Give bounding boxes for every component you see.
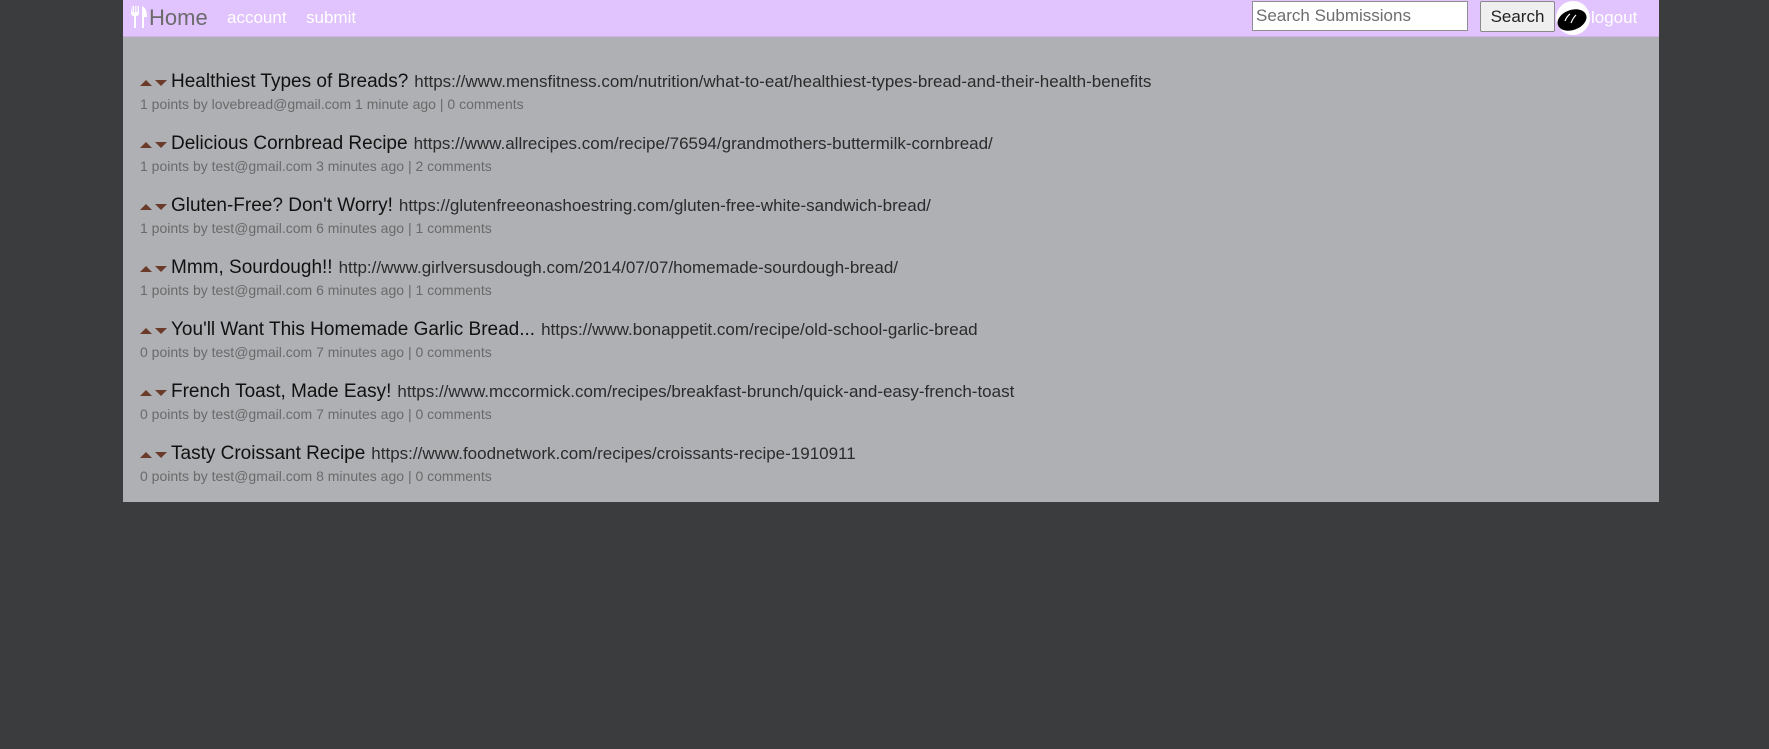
comments-link[interactable]: 1 comments [415, 282, 491, 298]
comments-link[interactable]: 0 comments [447, 96, 523, 112]
points-count: 1 points [140, 282, 190, 298]
upvote-arrow-icon[interactable] [140, 204, 152, 210]
downvote-arrow-icon[interactable] [155, 204, 167, 210]
by-label: by [192, 158, 208, 174]
page-container: Home account submit Search logout Health… [123, 0, 1659, 502]
search-button[interactable]: Search [1480, 1, 1555, 32]
list-item: Delicious Cornbread Recipe https://www.a… [140, 132, 1151, 194]
upvote-arrow-icon[interactable] [140, 328, 152, 334]
points-count: 1 points [140, 158, 190, 174]
downvote-arrow-icon[interactable] [155, 390, 167, 396]
author-name: test@gmail.com [211, 158, 313, 174]
author-name: test@gmail.com [211, 282, 313, 298]
list-item: Healthiest Types of Breads? https://www.… [140, 70, 1151, 132]
upvote-arrow-icon[interactable] [140, 80, 152, 86]
submission-title-link[interactable]: Healthiest Types of Breads? [171, 71, 408, 93]
list-item: Gluten-Free? Don't Worry! https://gluten… [140, 194, 1151, 256]
list-item: French Toast, Made Easy! https://www.mcc… [140, 380, 1151, 442]
submission-meta: 1 points by test@gmail.com 3 minutes ago… [140, 158, 1151, 174]
submission-meta: 0 points by test@gmail.com 7 minutes ago… [140, 344, 1151, 360]
comments-link[interactable]: 0 comments [415, 344, 491, 360]
submission-title-link[interactable]: Gluten-Free? Don't Worry! [171, 195, 393, 217]
post-time: 3 minutes ago [316, 158, 405, 174]
submission-url-link[interactable]: https://www.allrecipes.com/recipe/76594/… [414, 134, 993, 154]
upvote-arrow-icon[interactable] [140, 390, 152, 396]
submission-meta: 1 points by test@gmail.com 6 minutes ago… [140, 282, 1151, 298]
list-item: Tasty Croissant Recipe https://www.foodn… [140, 442, 1151, 504]
meta-separator: | [407, 406, 412, 422]
downvote-arrow-icon[interactable] [155, 80, 167, 86]
list-item: You'll Want This Homemade Garlic Bread..… [140, 318, 1151, 380]
utensils-icon[interactable] [129, 5, 149, 29]
by-label: by [192, 96, 208, 112]
submission-url-link[interactable]: https://www.mccormick.com/recipes/breakf… [397, 382, 1014, 402]
downvote-arrow-icon[interactable] [155, 328, 167, 334]
by-label: by [192, 468, 208, 484]
submission-title-link[interactable]: French Toast, Made Easy! [171, 381, 391, 403]
list-item: Mmm, Sourdough!! http://www.girlversusdo… [140, 256, 1151, 318]
comments-link[interactable]: 0 comments [415, 406, 491, 422]
downvote-arrow-icon[interactable] [155, 452, 167, 458]
submission-title-link[interactable]: Delicious Cornbread Recipe [171, 133, 408, 155]
submission-url-link[interactable]: https://www.foodnetwork.com/recipes/croi… [371, 444, 855, 464]
downvote-arrow-icon[interactable] [155, 142, 167, 148]
points-count: 0 points [140, 468, 190, 484]
comments-link[interactable]: 1 comments [415, 220, 491, 236]
by-label: by [192, 282, 208, 298]
search-input[interactable] [1252, 1, 1468, 31]
submission-list: Healthiest Types of Breads? https://www.… [140, 70, 1151, 504]
meta-separator: | [407, 468, 412, 484]
author-name: test@gmail.com [211, 220, 313, 236]
post-time: 7 minutes ago [316, 344, 405, 360]
author-name: test@gmail.com [211, 406, 313, 422]
downvote-arrow-icon[interactable] [155, 266, 167, 272]
nav-logout-link[interactable]: logout [1591, 8, 1637, 28]
submission-title-link[interactable]: Mmm, Sourdough!! [171, 257, 333, 279]
points-count: 1 points [140, 220, 190, 236]
navbar: Home account submit Search logout [123, 0, 1659, 37]
points-count: 0 points [140, 344, 190, 360]
submission-url-link[interactable]: http://www.girlversusdough.com/2014/07/0… [339, 258, 898, 278]
meta-separator: | [439, 96, 444, 112]
upvote-arrow-icon[interactable] [140, 266, 152, 272]
author-name: test@gmail.com [211, 468, 313, 484]
by-label: by [192, 406, 208, 422]
post-time: 7 minutes ago [316, 406, 405, 422]
submission-meta: 0 points by test@gmail.com 7 minutes ago… [140, 406, 1151, 422]
bread-icon[interactable] [1556, 1, 1590, 35]
upvote-arrow-icon[interactable] [140, 452, 152, 458]
meta-separator: | [407, 282, 412, 298]
meta-separator: | [407, 220, 412, 236]
submission-meta: 0 points by test@gmail.com 8 minutes ago… [140, 468, 1151, 484]
post-time: 6 minutes ago [316, 220, 405, 236]
submission-url-link[interactable]: https://www.bonappetit.com/recipe/old-sc… [541, 320, 978, 340]
meta-separator: | [407, 158, 412, 174]
by-label: by [192, 220, 208, 236]
post-time: 8 minutes ago [316, 468, 405, 484]
author-name: test@gmail.com [211, 344, 313, 360]
nav-home-link[interactable]: Home [149, 5, 208, 31]
author-name: lovebread@gmail.com [211, 96, 352, 112]
post-time: 1 minute ago [355, 96, 436, 112]
submission-title-link[interactable]: You'll Want This Homemade Garlic Bread..… [171, 319, 535, 341]
points-count: 1 points [140, 96, 190, 112]
upvote-arrow-icon[interactable] [140, 142, 152, 148]
submission-meta: 1 points by lovebread@gmail.com 1 minute… [140, 96, 1151, 112]
comments-link[interactable]: 0 comments [415, 468, 491, 484]
submission-url-link[interactable]: https://glutenfreeonashoestring.com/glut… [399, 196, 931, 216]
submission-title-link[interactable]: Tasty Croissant Recipe [171, 443, 365, 465]
points-count: 0 points [140, 406, 190, 422]
meta-separator: | [407, 344, 412, 360]
by-label: by [192, 344, 208, 360]
nav-submit-link[interactable]: submit [306, 8, 356, 28]
submission-url-link[interactable]: https://www.mensfitness.com/nutrition/wh… [414, 72, 1151, 92]
comments-link[interactable]: 2 comments [415, 158, 491, 174]
submission-meta: 1 points by test@gmail.com 6 minutes ago… [140, 220, 1151, 236]
nav-account-link[interactable]: account [227, 8, 287, 28]
post-time: 6 minutes ago [316, 282, 405, 298]
